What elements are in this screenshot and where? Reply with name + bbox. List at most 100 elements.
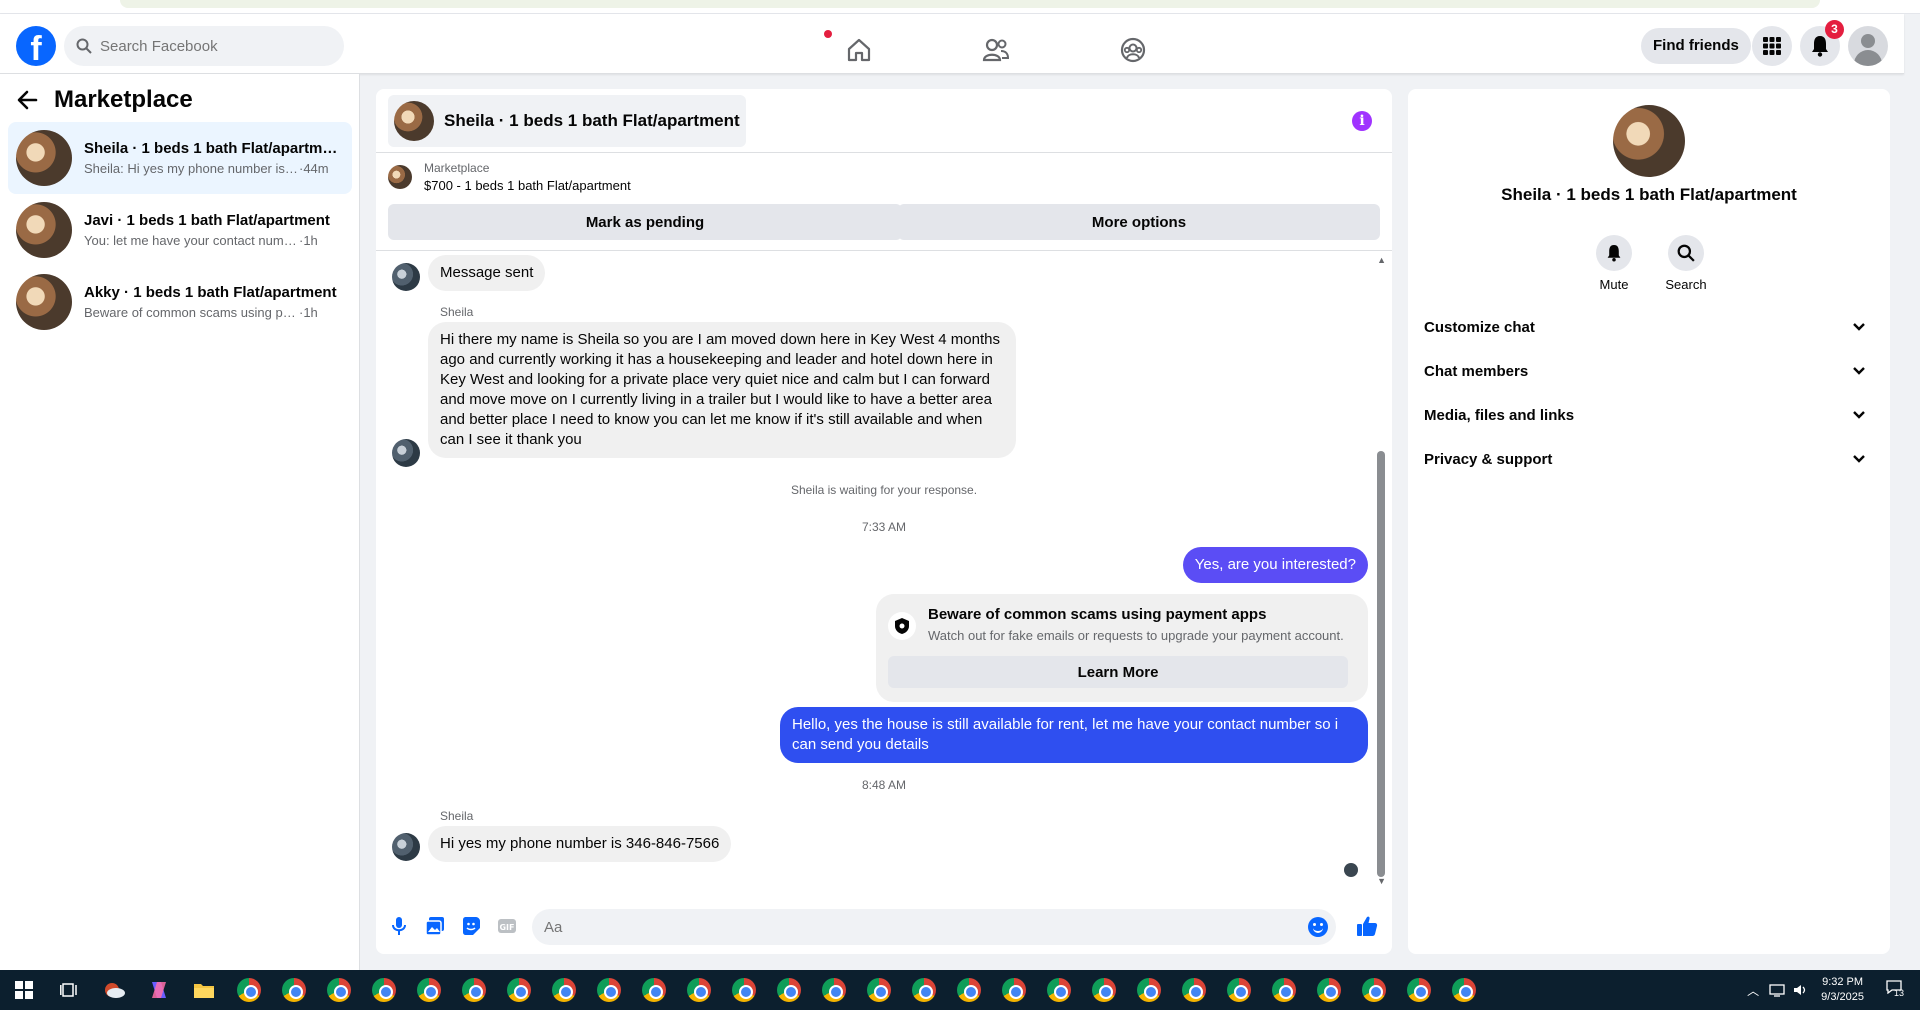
taskbar-chrome[interactable]	[409, 970, 449, 1010]
taskbar-chrome[interactable]	[1039, 970, 1079, 1010]
taskbar-chrome[interactable]	[1084, 970, 1124, 1010]
sender-avatar	[392, 263, 420, 291]
sender-name: Sheila	[440, 809, 474, 823]
gif-button[interactable]: GIF	[496, 915, 518, 937]
taskbar-app[interactable]	[139, 970, 179, 1010]
taskbar-chrome[interactable]	[859, 970, 899, 1010]
shield-icon	[895, 618, 909, 634]
voice-clip-button[interactable]	[388, 915, 410, 937]
chrome-icon	[552, 978, 576, 1002]
taskbar-chrome[interactable]	[1129, 970, 1169, 1010]
chrome-icon	[507, 978, 531, 1002]
conversation-item-sheila[interactable]: Sheila · 1 beds 1 bath Flat/apartment Sh…	[8, 122, 352, 194]
taskbar-chrome[interactable]	[454, 970, 494, 1010]
taskbar-chrome[interactable]	[364, 970, 404, 1010]
taskbar-chrome[interactable]	[499, 970, 539, 1010]
back-arrow-icon[interactable]	[16, 89, 38, 111]
taskbar-chrome[interactable]	[274, 970, 314, 1010]
microphone-icon	[392, 917, 406, 935]
outgoing-message[interactable]: Yes, are you interested?	[1182, 547, 1368, 583]
outgoing-message[interactable]: Hello, yes the house is still available …	[780, 707, 1368, 763]
taskbar-chrome[interactable]	[769, 970, 809, 1010]
taskbar-chrome[interactable]	[229, 970, 269, 1010]
notifications-button[interactable]: 3	[1800, 20, 1844, 66]
incoming-message[interactable]: Message sent	[428, 255, 546, 291]
message-thread: ▲ ▼ Message sent Sheila Hi there my name…	[376, 251, 1392, 901]
taskbar-chrome[interactable]	[949, 970, 989, 1010]
conversation-item-akky[interactable]: Akky · 1 beds 1 bath Flat/apartment Bewa…	[8, 266, 352, 338]
chrome-icon	[282, 978, 306, 1002]
taskbar-chrome[interactable]	[679, 970, 719, 1010]
conversation-actions: Mute Search	[1578, 235, 1722, 292]
taskbar-chrome[interactable]	[544, 970, 584, 1010]
speaker-icon[interactable]	[1793, 983, 1809, 997]
sticker-button[interactable]	[460, 915, 482, 937]
chrome-icon	[1317, 978, 1341, 1002]
more-options-button[interactable]: More options	[898, 204, 1380, 240]
chrome-icon	[822, 978, 846, 1002]
listing-summary[interactable]: Marketplace $700 - 1 beds 1 bath Flat/ap…	[388, 161, 631, 193]
home-tab[interactable]	[790, 28, 927, 72]
weather-app-icon	[105, 983, 125, 998]
info-icon[interactable]: i	[1352, 111, 1372, 131]
facebook-logo-icon[interactable]: f	[16, 26, 56, 66]
incoming-message[interactable]: Hi there my name is Sheila so you are I …	[428, 322, 1016, 458]
taskbar-chrome[interactable]	[1354, 970, 1394, 1010]
taskbar-app[interactable]	[184, 970, 224, 1010]
scroll-down-arrow-icon[interactable]: ▼	[1377, 876, 1386, 886]
section-label: Customize chat	[1424, 318, 1535, 336]
section-label: Chat members	[1424, 362, 1529, 380]
sticker-icon	[463, 917, 480, 935]
search-input[interactable]	[100, 37, 320, 55]
chevron-up-icon[interactable]: ︿	[1747, 982, 1759, 999]
chat-title-button[interactable]: Sheila · 1 beds 1 bath Flat/apartment	[388, 95, 746, 147]
groups-icon	[1120, 37, 1145, 63]
taskbar-chrome[interactable]	[1309, 970, 1349, 1010]
taskbar-chrome[interactable]	[1174, 970, 1214, 1010]
taskbar-chrome[interactable]	[589, 970, 629, 1010]
home-notification-dot	[824, 30, 832, 38]
notification-center-button[interactable]: 13	[1886, 980, 1910, 1000]
mute-button[interactable]: Mute	[1578, 235, 1650, 292]
message-input[interactable]	[532, 909, 1336, 945]
taskbar-chrome[interactable]	[814, 970, 854, 1010]
emoji-icon[interactable]	[1308, 917, 1328, 937]
like-button[interactable]	[1356, 915, 1378, 937]
conversation-item-javi[interactable]: Javi · 1 beds 1 bath Flat/apartment You:…	[8, 194, 352, 266]
search-box[interactable]	[64, 26, 344, 66]
groups-tab[interactable]	[1064, 28, 1201, 72]
scroll-up-arrow-icon[interactable]: ▲	[1377, 255, 1386, 265]
search-conversation-button[interactable]: Search	[1650, 235, 1722, 292]
system-clock[interactable]: 9:32 PM 9/3/2025	[1821, 975, 1864, 1005]
network-icon[interactable]	[1769, 983, 1785, 997]
taskbar-chrome[interactable]	[724, 970, 764, 1010]
friends-tab[interactable]	[927, 28, 1064, 72]
listing-thumbnail	[16, 274, 72, 330]
start-button[interactable]	[4, 970, 44, 1010]
incoming-message[interactable]: Hi yes my phone number is 346-846-7566	[428, 826, 732, 862]
find-friends-button[interactable]: Find friends	[1641, 28, 1751, 64]
learn-more-button[interactable]: Learn More	[888, 656, 1348, 688]
taskbar-chrome[interactable]	[634, 970, 674, 1010]
scrollbar-thumb[interactable]	[1377, 451, 1385, 877]
taskbar-chrome[interactable]	[994, 970, 1034, 1010]
privacy-support-section[interactable]: Privacy & support	[1416, 437, 1882, 481]
mark-as-pending-button[interactable]: Mark as pending	[388, 204, 902, 240]
taskbar-chrome[interactable]	[1399, 970, 1439, 1010]
seen-indicator-avatar	[1344, 863, 1358, 877]
taskbar-chrome[interactable]	[904, 970, 944, 1010]
taskbar-app[interactable]	[94, 970, 134, 1010]
account-avatar[interactable]	[1848, 26, 1888, 66]
timestamp: 7:33 AM	[861, 520, 907, 534]
task-view-button[interactable]	[49, 970, 89, 1010]
menu-button[interactable]	[1752, 26, 1792, 66]
taskbar-chrome[interactable]	[319, 970, 359, 1010]
media-files-links-section[interactable]: Media, files and links	[1416, 393, 1882, 437]
taskbar-chrome[interactable]	[1219, 970, 1259, 1010]
chrome-icon	[1182, 978, 1206, 1002]
taskbar-chrome[interactable]	[1264, 970, 1304, 1010]
attach-photo-button[interactable]	[424, 915, 446, 937]
taskbar-chrome[interactable]	[1444, 970, 1484, 1010]
chat-members-section[interactable]: Chat members	[1416, 349, 1882, 393]
customize-chat-section[interactable]: Customize chat	[1416, 305, 1882, 349]
